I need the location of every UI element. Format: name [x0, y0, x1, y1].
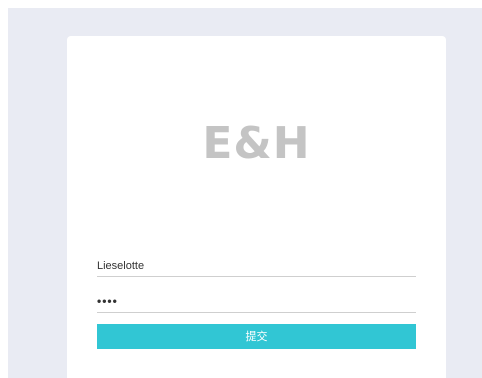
password-input[interactable]: [97, 291, 416, 312]
username-input[interactable]: [97, 256, 416, 276]
username-field[interactable]: [97, 256, 416, 277]
password-field[interactable]: [97, 291, 416, 313]
brand-logo: E&H: [202, 118, 311, 169]
submit-button[interactable]: 提交: [97, 324, 416, 349]
page-background: E&H 提交: [8, 8, 482, 378]
login-card: E&H 提交: [67, 36, 446, 378]
